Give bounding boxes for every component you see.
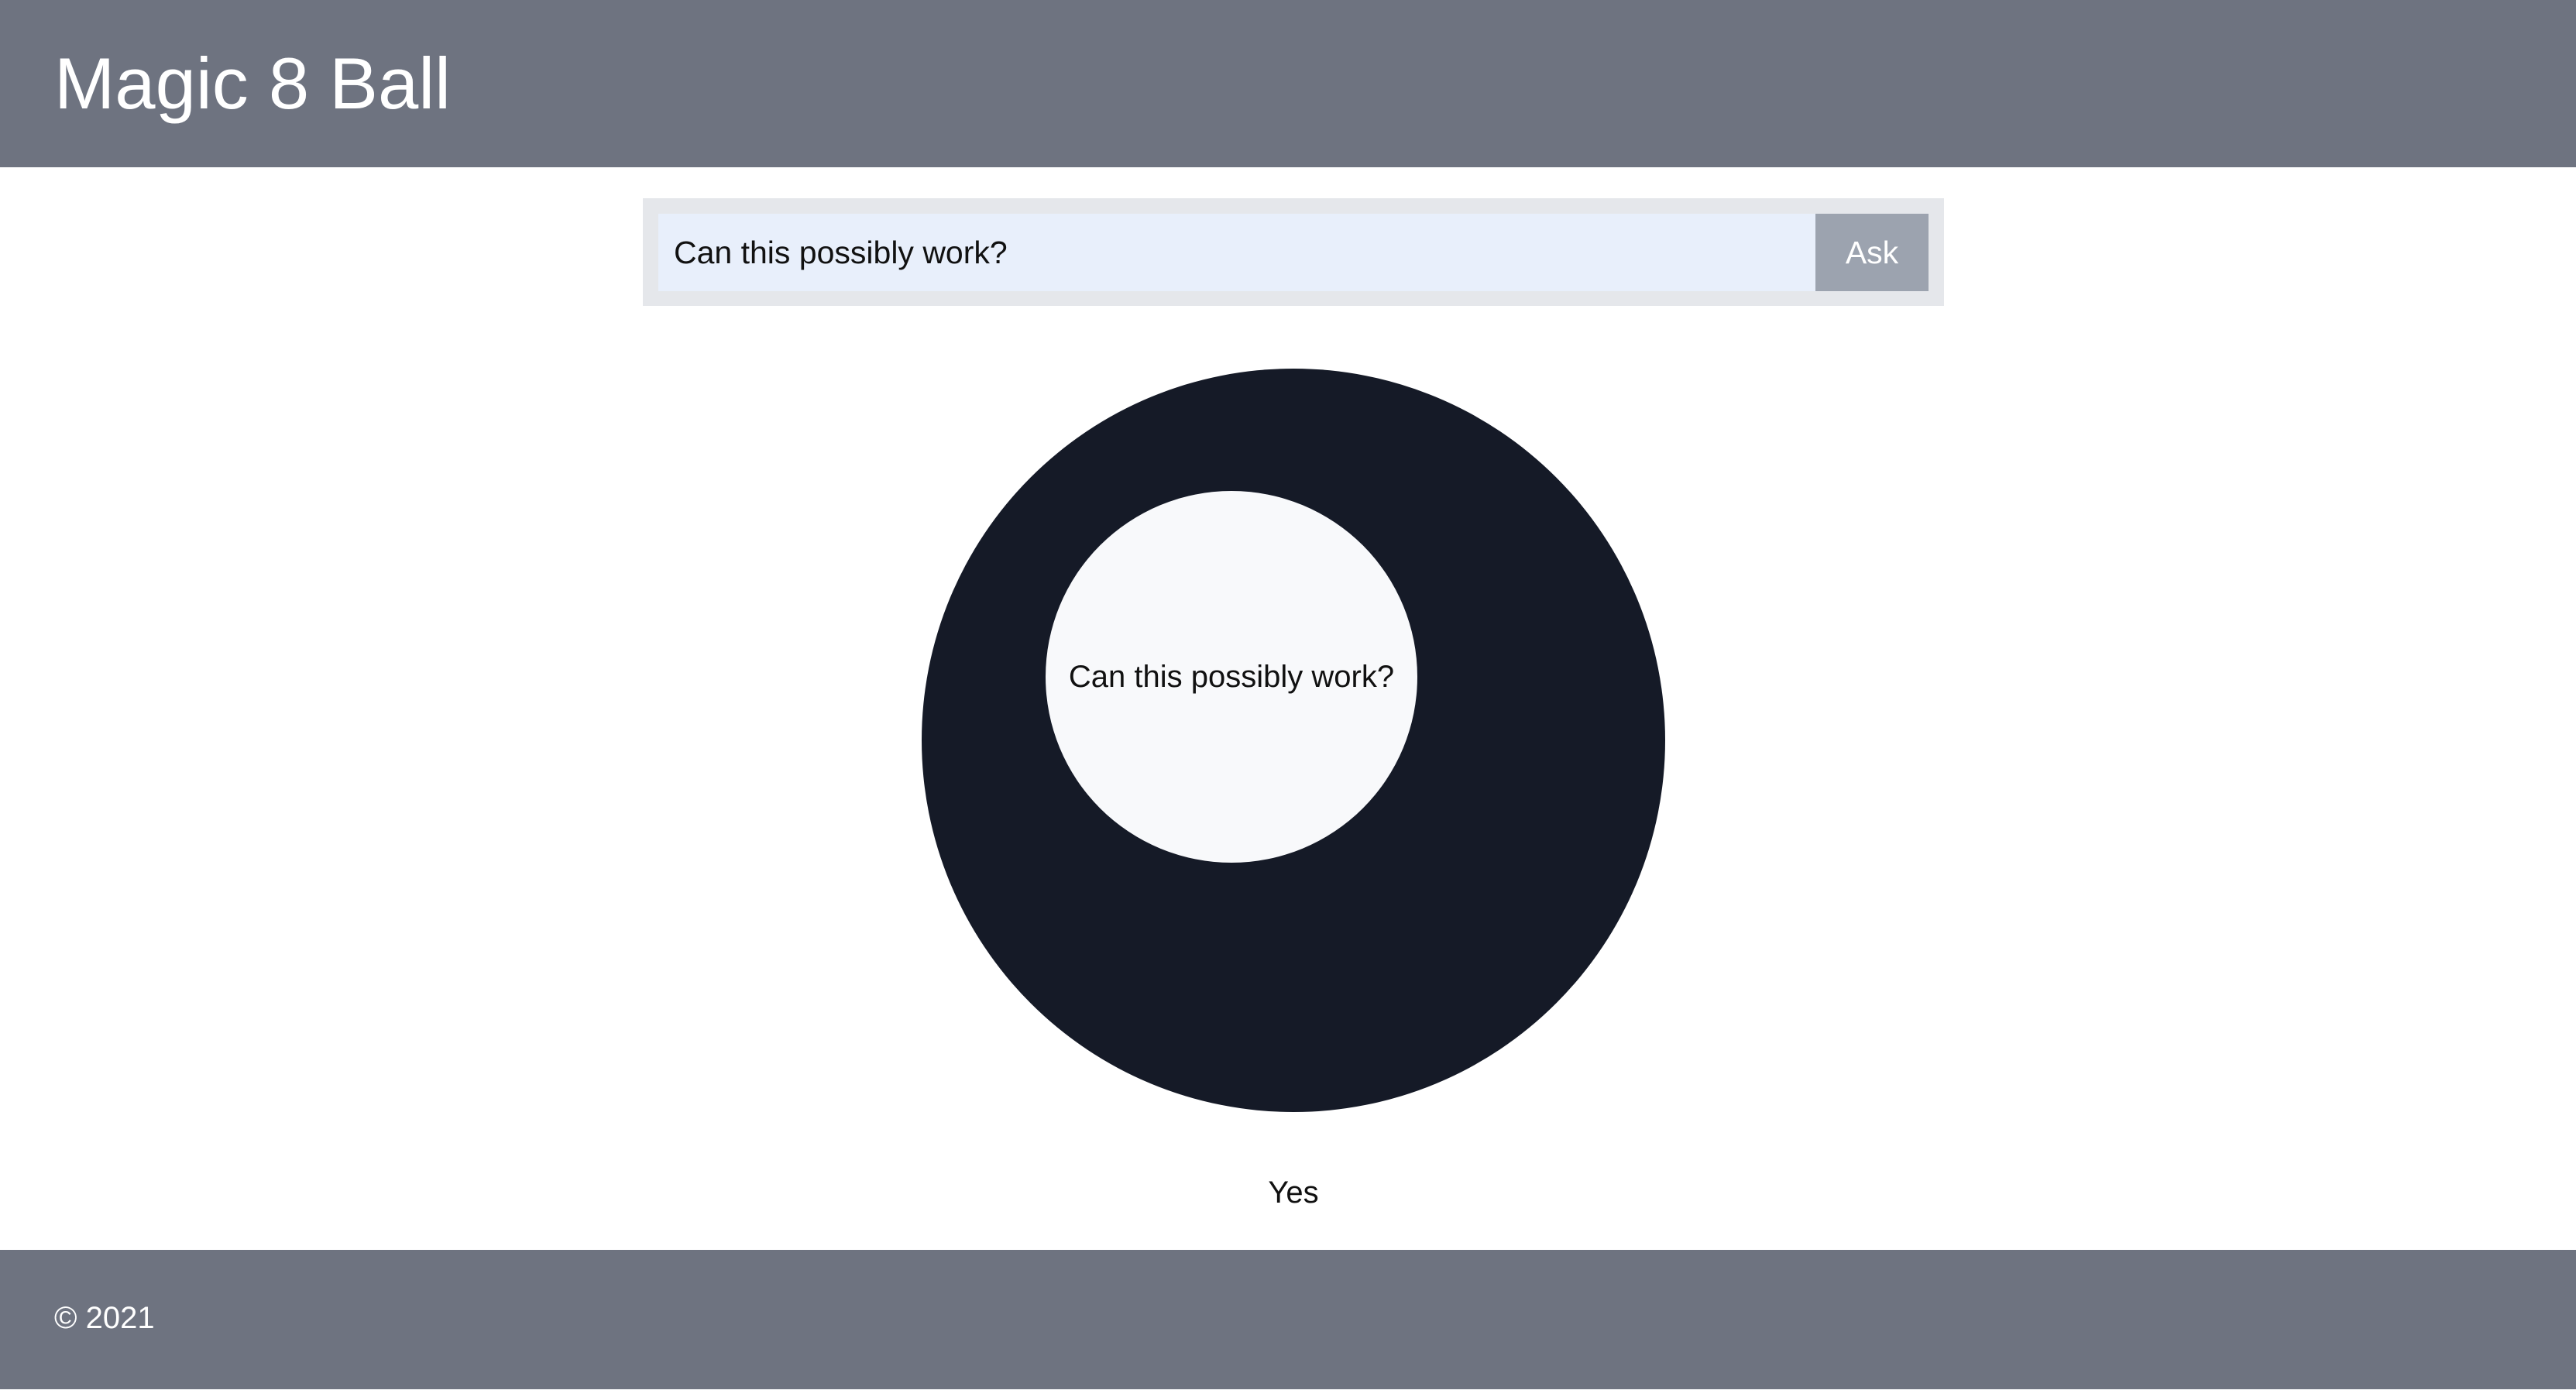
- ball-window-question: Can this possibly work?: [1068, 659, 1395, 694]
- ask-form: Ask: [643, 198, 1944, 306]
- answer-text: Yes: [1268, 1176, 1319, 1210]
- app-footer: © 2021: [0, 1250, 2576, 1389]
- magic-8-ball: Can this possibly work?: [922, 369, 1665, 1112]
- app-title: Magic 8 Ball: [54, 43, 451, 124]
- ball-window: Can this possibly work?: [1046, 491, 1417, 863]
- ask-button[interactable]: Ask: [1815, 214, 1929, 291]
- copyright-text: © 2021: [54, 1301, 155, 1335]
- question-input[interactable]: [658, 214, 1815, 291]
- app-header: Magic 8 Ball: [0, 0, 2576, 167]
